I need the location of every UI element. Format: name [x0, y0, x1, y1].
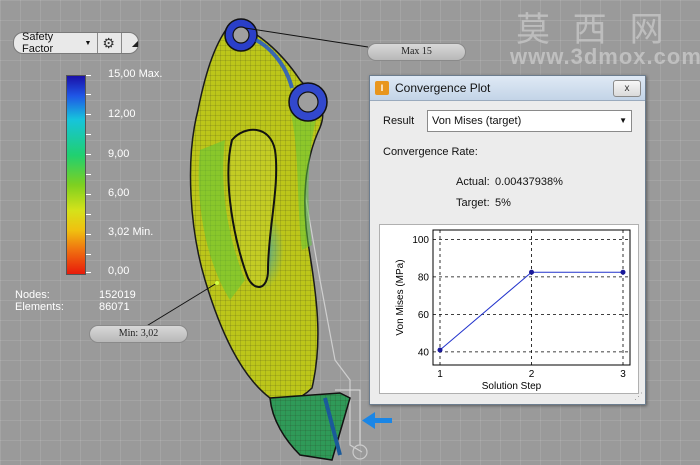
- legend-tick: [86, 214, 91, 215]
- data-point: [437, 347, 443, 353]
- elements-label: Elements:: [15, 301, 64, 313]
- legend-tick: [86, 272, 91, 273]
- nodes-label: Nodes:: [15, 289, 50, 301]
- legend-label-max: 15,00 Max.: [108, 68, 163, 80]
- max-callout: Max 15: [367, 43, 466, 61]
- x-tick-label: 3: [620, 369, 626, 380]
- legend-label-min: 3,02 Min.: [108, 226, 154, 238]
- min-leader-line: [139, 282, 218, 331]
- fixture-circle: [352, 444, 368, 460]
- resize-grip-icon[interactable]: ⋰: [634, 391, 643, 402]
- data-point: [529, 269, 534, 275]
- watermark-url: www.3dmox.com: [510, 44, 700, 69]
- nodes-value: 152019: [99, 289, 136, 301]
- y-tick-label: 60: [418, 310, 430, 321]
- resize-corner-icon[interactable]: ◢: [132, 39, 138, 48]
- y-axis-label: Von Mises (MPa): [395, 259, 406, 335]
- color-legend-bar: [66, 75, 86, 275]
- result-selector-label[interactable]: Safety Factor: [14, 31, 82, 55]
- convergence-chart: 1 2 3 40 60 80 100 Solution Step Von Mises (MPa): [395, 229, 631, 392]
- legend-tick: [86, 94, 91, 95]
- actual-label: Actual:: [456, 176, 490, 188]
- result-dropdown[interactable]: Von Mises (target) ▼: [427, 110, 632, 132]
- close-button[interactable]: x: [613, 79, 641, 97]
- selector-divider: [120, 33, 122, 53]
- legend-label: 12,00: [108, 108, 136, 120]
- chevron-down-icon[interactable]: ▼: [85, 40, 92, 47]
- load-arrow-head: [362, 412, 375, 429]
- legend-label: 6,00: [108, 187, 130, 199]
- result-selector[interactable]: Safety Factor ▼ ⚙ ◢: [13, 31, 139, 55]
- dialog-titlebar[interactable]: I Convergence Plot x: [370, 76, 645, 101]
- target-label: Target:: [456, 197, 490, 209]
- convergence-rate-label: Convergence Rate:: [383, 146, 478, 158]
- y-tick-label: 40: [418, 347, 430, 358]
- x-tick-label: 2: [529, 369, 535, 380]
- actual-value: 0.00437938%: [495, 176, 563, 188]
- legend-tick: [86, 134, 91, 135]
- data-point: [620, 269, 626, 275]
- legend-tick: [86, 75, 91, 76]
- x-axis-label: Solution Step: [482, 381, 542, 392]
- legend-tick: [86, 114, 91, 115]
- min-callout: Min: 3,02: [89, 325, 188, 343]
- dropdown-arrow-icon[interactable]: ▼: [619, 111, 627, 131]
- app-icon: I: [375, 81, 389, 95]
- result-label: Result: [383, 115, 415, 127]
- convergence-plot-dialog: I Convergence Plot x Result Von Mises (t…: [369, 75, 646, 405]
- y-tick-label: 100: [412, 235, 429, 246]
- dialog-title: Convergence Plot: [395, 81, 491, 95]
- convergence-chart-frame: 1 2 3 40 60 80 100 Solution Step Von Mises (MPa): [379, 224, 639, 394]
- selector-divider: [97, 33, 99, 53]
- result-dropdown-value[interactable]: Von Mises (target): [428, 115, 521, 127]
- legend-tick: [86, 254, 91, 255]
- legend-label: 0,00: [108, 265, 130, 277]
- legend-tick: [86, 174, 91, 175]
- elements-value: 86071: [99, 301, 130, 313]
- x-tick-label: 1: [437, 369, 443, 380]
- legend-label: 9,00: [108, 148, 130, 160]
- y-tick-label: 80: [418, 272, 430, 283]
- legend-tick: [86, 154, 91, 155]
- gear-icon[interactable]: ⚙: [102, 35, 115, 52]
- legend-tick: [86, 234, 91, 235]
- target-value: 5%: [495, 197, 511, 209]
- legend-tick: [86, 194, 91, 195]
